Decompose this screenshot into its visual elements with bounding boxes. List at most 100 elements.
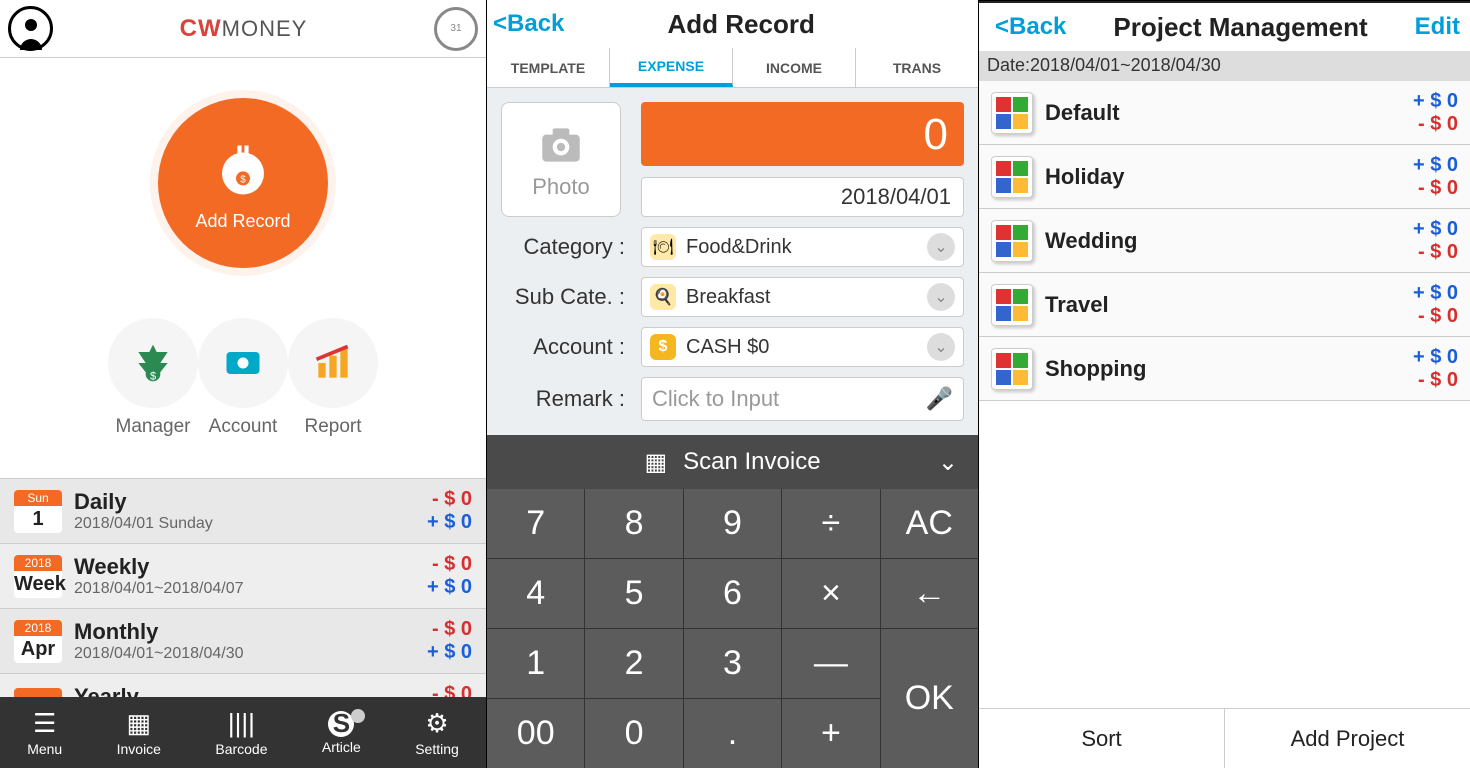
period-pos: + $ 0 — [427, 641, 472, 664]
key-OK[interactable]: OK — [881, 629, 978, 768]
tab-trans[interactable]: TRANS — [856, 48, 978, 87]
svg-text:$: $ — [240, 174, 246, 185]
invoice-icon: ▦ — [127, 708, 152, 739]
report-label: Report — [304, 416, 361, 438]
menu-icon: ☰ — [33, 708, 56, 739]
account-label: Account : — [501, 334, 631, 360]
tab-income[interactable]: INCOME — [733, 48, 856, 87]
period-title: Weekly — [74, 554, 427, 580]
key-3[interactable]: 3 — [684, 629, 781, 698]
camera-icon — [531, 120, 591, 170]
remark-placeholder: Click to Input — [652, 386, 779, 412]
footer-label: Setting — [415, 741, 459, 757]
notification-dot — [351, 709, 365, 723]
chevron-down-icon: ⌄ — [927, 333, 955, 361]
project-item[interactable]: Travel + $ 0- $ 0 — [979, 273, 1470, 337]
manager-icon: $ — [131, 341, 175, 385]
project-neg: - $ 0 — [1413, 241, 1458, 264]
add-record-button[interactable]: $ Add Record — [158, 98, 328, 268]
amount-display[interactable]: 0 — [641, 102, 964, 166]
account-label: Account — [209, 416, 278, 438]
account-button[interactable]: Account — [198, 318, 288, 438]
date-badge: 2018Apr — [14, 620, 62, 663]
key-6[interactable]: 6 — [684, 559, 781, 628]
period-sub: 2018/04/01 Sunday — [74, 515, 427, 533]
category-select[interactable]: 🍽 Food&Drink ⌄ — [641, 227, 964, 267]
tab-template[interactable]: TEMPLATE — [487, 48, 610, 87]
period-sub: 2018/04/01~2018/04/07 — [74, 580, 427, 598]
period-row[interactable]: 2018Week Weekly2018/04/01~2018/04/07 - $… — [0, 543, 486, 608]
key-9[interactable]: 9 — [684, 489, 781, 558]
key-—[interactable]: — — [782, 629, 879, 698]
project-pos: + $ 0 — [1413, 154, 1458, 177]
project-item[interactable]: Holiday + $ 0- $ 0 — [979, 145, 1470, 209]
footer-barcode[interactable]: |||| Barcode — [215, 708, 267, 757]
scan-invoice-button[interactable]: ▦ Scan Invoice ⌄ — [487, 435, 978, 489]
footer-label: Barcode — [215, 741, 267, 757]
footer-invoice[interactable]: ▦Invoice — [117, 708, 161, 757]
barcode-icon: |||| — [228, 708, 255, 739]
project-neg: - $ 0 — [1413, 305, 1458, 328]
period-row[interactable]: 2018Apr Monthly2018/04/01~2018/04/30 - $… — [0, 608, 486, 673]
chevron-down-icon: ⌄ — [927, 233, 955, 261]
project-pos: + $ 0 — [1413, 346, 1458, 369]
project-item[interactable]: Wedding + $ 0- $ 0 — [979, 209, 1470, 273]
date-input[interactable]: 2018/04/01 — [641, 177, 964, 217]
project-icon — [991, 284, 1033, 326]
key-00[interactable]: 00 — [487, 699, 584, 768]
subcat-select[interactable]: 🍳 Breakfast ⌄ — [641, 277, 964, 317]
account-select[interactable]: $ CASH $0 ⌄ — [641, 327, 964, 367]
key-←[interactable]: ← — [881, 559, 978, 628]
back-button[interactable]: <Back — [487, 10, 564, 38]
page-title: Add Record — [564, 9, 978, 40]
project-name: Holiday — [1045, 164, 1413, 190]
key-+[interactable]: + — [782, 699, 879, 768]
qr-icon: ▦ — [644, 448, 667, 477]
page-title: Project Management — [1066, 12, 1414, 43]
project-name: Default — [1045, 100, 1413, 126]
calendar-button[interactable]: 31 — [434, 7, 478, 51]
date-badge: Sun1 — [14, 490, 62, 533]
edit-button[interactable]: Edit — [1415, 13, 1460, 41]
project-neg: - $ 0 — [1413, 113, 1458, 136]
key-0[interactable]: 0 — [585, 699, 682, 768]
breakfast-icon: 🍳 — [650, 284, 676, 310]
mic-icon[interactable]: 🎤 — [926, 386, 953, 412]
chevron-down-icon: ⌄ — [938, 448, 958, 477]
key-AC[interactable]: AC — [881, 489, 978, 558]
photo-label: Photo — [532, 174, 590, 200]
footer-article[interactable]: SArticle — [322, 711, 361, 755]
key-7[interactable]: 7 — [487, 489, 584, 558]
profile-avatar[interactable] — [8, 6, 53, 51]
key-÷[interactable]: ÷ — [782, 489, 879, 558]
key-.[interactable]: . — [684, 699, 781, 768]
project-item[interactable]: Default + $ 0- $ 0 — [979, 81, 1470, 145]
remark-input[interactable]: Click to Input 🎤 — [641, 377, 964, 421]
add-project-button[interactable]: Add Project — [1225, 709, 1470, 768]
period-neg: - $ 0 — [427, 553, 472, 576]
logo-cw: CW — [180, 15, 222, 42]
key-2[interactable]: 2 — [585, 629, 682, 698]
project-name: Travel — [1045, 292, 1413, 318]
period-row[interactable]: Sun1 Daily2018/04/01 Sunday - $ 0+ $ 0 — [0, 478, 486, 543]
footer-label: Menu — [27, 741, 62, 757]
footer-setting[interactable]: ⚙Setting — [415, 708, 459, 757]
key-4[interactable]: 4 — [487, 559, 584, 628]
key-8[interactable]: 8 — [585, 489, 682, 558]
period-sub: 2018/04/01~2018/04/30 — [74, 645, 427, 663]
footer-menu[interactable]: ☰ Menu — [27, 708, 62, 757]
project-item[interactable]: Shopping + $ 0- $ 0 — [979, 337, 1470, 401]
key-1[interactable]: 1 — [487, 629, 584, 698]
report-button[interactable]: Report — [288, 318, 378, 438]
key-×[interactable]: × — [782, 559, 879, 628]
back-label: Back — [1009, 13, 1066, 40]
project-icon — [991, 220, 1033, 262]
sort-button[interactable]: Sort — [979, 709, 1225, 768]
add-record-label: Add Record — [195, 211, 290, 232]
tab-expense[interactable]: EXPENSE — [610, 48, 733, 87]
back-button[interactable]: <Back — [989, 13, 1066, 41]
key-5[interactable]: 5 — [585, 559, 682, 628]
photo-button[interactable]: Photo — [501, 102, 621, 217]
period-neg: - $ 0 — [427, 618, 472, 641]
manager-button[interactable]: $ Manager — [108, 318, 198, 438]
